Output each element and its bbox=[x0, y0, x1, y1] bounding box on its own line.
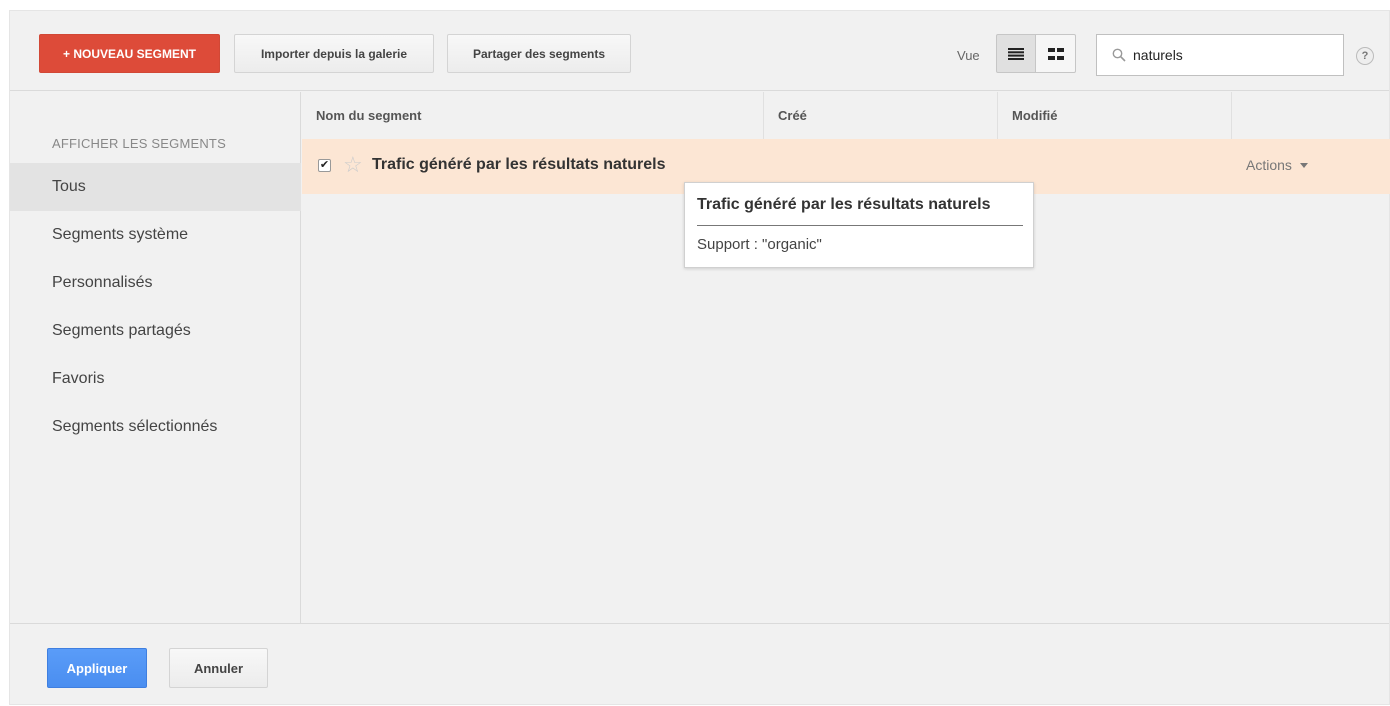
help-icon[interactable]: ? bbox=[1356, 47, 1374, 65]
search-icon bbox=[1111, 47, 1127, 63]
search-box[interactable] bbox=[1096, 34, 1344, 76]
sidebar-heading: AFFICHER LES SEGMENTS bbox=[52, 136, 226, 151]
search-input[interactable] bbox=[1133, 47, 1333, 63]
sidebar-item-favorites[interactable]: Favoris bbox=[10, 355, 301, 403]
footer: Appliquer Annuler bbox=[10, 623, 1389, 706]
toolbar: + NOUVEAU SEGMENT Importer depuis la gal… bbox=[10, 11, 1389, 91]
apply-button[interactable]: Appliquer bbox=[47, 648, 147, 688]
star-icon[interactable]: ☆ bbox=[343, 154, 363, 176]
sidebar-item-selected-segments[interactable]: Segments sélectionnés bbox=[10, 403, 301, 451]
import-from-gallery-button[interactable]: Importer depuis la galerie bbox=[234, 34, 434, 73]
column-header-created[interactable]: Créé bbox=[764, 92, 998, 139]
tooltip-title: Trafic généré par les résultats naturels bbox=[697, 196, 991, 213]
segment-table: Nom du segment Créé Modifié ✔ ☆ Trafic g… bbox=[302, 92, 1390, 623]
list-view-icon bbox=[1008, 47, 1024, 60]
sidebar-item-shared-segments[interactable]: Segments partagés bbox=[10, 307, 301, 355]
new-segment-button[interactable]: + NOUVEAU SEGMENT bbox=[39, 34, 220, 73]
view-label: Vue bbox=[957, 48, 980, 63]
sidebar-item-custom[interactable]: Personnalisés bbox=[10, 259, 301, 307]
grid-view-button[interactable] bbox=[1036, 34, 1076, 73]
chevron-down-icon bbox=[1299, 162, 1308, 168]
cancel-button[interactable]: Annuler bbox=[169, 648, 268, 688]
segment-tooltip: Trafic généré par les résultats naturels… bbox=[684, 182, 1034, 268]
tooltip-divider bbox=[697, 225, 1023, 226]
actions-dropdown[interactable]: Actions bbox=[1246, 157, 1308, 173]
segment-filter-sidebar: AFFICHER LES SEGMENTS Tous Segments syst… bbox=[10, 92, 301, 623]
sidebar-item-all[interactable]: Tous bbox=[10, 163, 301, 211]
grid-view-icon bbox=[1047, 47, 1064, 60]
table-header: Nom du segment Créé Modifié bbox=[302, 92, 1390, 139]
list-view-button[interactable] bbox=[996, 34, 1036, 73]
tooltip-body: Support : "organic" bbox=[697, 236, 822, 253]
column-header-modified[interactable]: Modifié bbox=[998, 92, 1232, 139]
column-header-segment-name[interactable]: Nom du segment bbox=[302, 92, 764, 139]
sidebar-item-system-segments[interactable]: Segments système bbox=[10, 211, 301, 259]
segment-name[interactable]: Trafic généré par les résultats naturels bbox=[372, 156, 665, 174]
share-segments-button[interactable]: Partager des segments bbox=[447, 34, 631, 73]
segment-checkbox[interactable]: ✔ bbox=[318, 159, 331, 172]
segment-picker-panel: + NOUVEAU SEGMENT Importer depuis la gal… bbox=[9, 10, 1390, 705]
actions-label: Actions bbox=[1246, 157, 1292, 173]
